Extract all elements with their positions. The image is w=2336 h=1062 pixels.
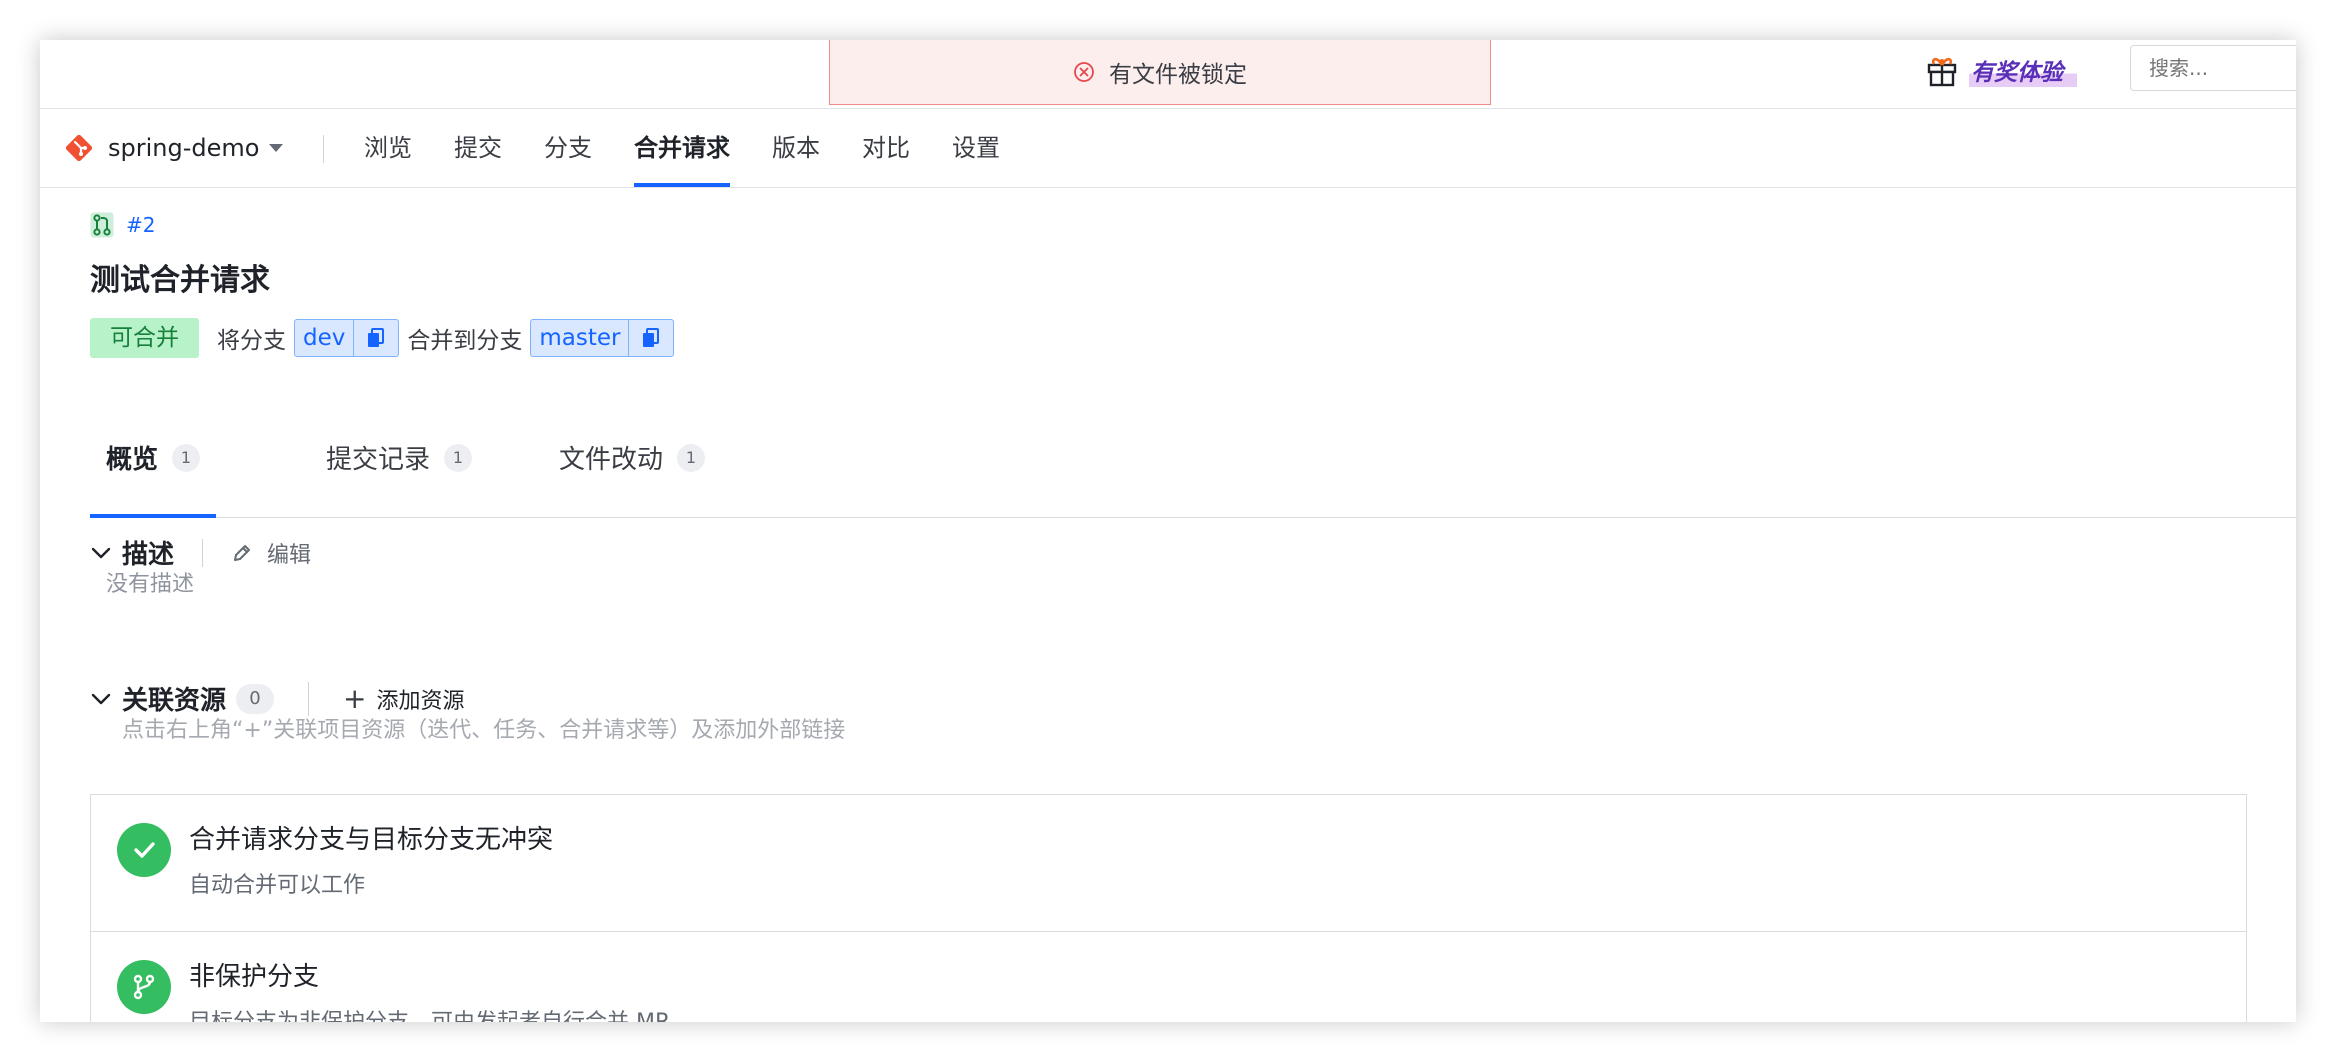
check-subtitle: 自动合并可以工作 [189, 873, 366, 898]
tab-count: 1 [444, 443, 473, 472]
add-resource-button[interactable]: + 添加资源 [343, 683, 464, 715]
gift-icon [1927, 57, 1957, 87]
resources-hint: 点击右上角“+”关联项目资源（迭代、任务、合并请求等）及添加外部链接 [122, 718, 846, 743]
chevron-down-icon [269, 144, 284, 152]
repo-nav-bar: spring-demo 浏览 提交 分支 合并请求 版本 对比 设置 [40, 109, 2296, 188]
copy-source-branch-button[interactable] [353, 320, 398, 356]
nav-item-compare[interactable]: 对比 [862, 109, 910, 187]
chevron-down-icon[interactable] [90, 542, 112, 564]
app-window: 有文件被锁定 有奖体验 spring-demo [40, 40, 2296, 1022]
repo-nav: 浏览 提交 分支 合并请求 版本 对比 设置 [364, 109, 1042, 187]
mr-tabs: 概览 1 提交记录 1 文件改动 1 [90, 398, 2296, 518]
nav-item-branches[interactable]: 分支 [544, 109, 592, 187]
tab-overview[interactable]: 概览 1 [90, 398, 217, 518]
nav-item-settings[interactable]: 设置 [952, 109, 1000, 187]
tab-count: 1 [677, 443, 706, 472]
mr-number: #2 [126, 213, 156, 237]
check-item: 非保护分支 目标分支为非保护分支，可由发起者自行合并 MR [91, 932, 2246, 1022]
check-icon [117, 823, 171, 877]
nav-item-merge-requests[interactable]: 合并请求 [634, 109, 730, 187]
tab-file-changes[interactable]: 文件改动 1 [559, 398, 706, 517]
source-branch-name[interactable]: dev [295, 320, 353, 356]
check-title: 非保护分支 [189, 962, 320, 992]
check-subtitle: 目标分支为非保护分支，可由发起者自行合并 MR [189, 1004, 670, 1022]
copy-icon [368, 328, 385, 347]
copy-target-branch-button[interactable] [628, 320, 673, 356]
toast-message: 有文件被锁定 [1109, 62, 1247, 88]
check-title: 合并请求分支与目标分支无冲突 [189, 825, 554, 855]
chevron-down-icon[interactable] [90, 688, 112, 710]
edit-description-button[interactable]: 编辑 [231, 537, 311, 569]
from-branch-label: 将分支 [217, 328, 286, 354]
divider [323, 135, 324, 163]
divider [308, 681, 310, 716]
to-branch-label: 合并到分支 [407, 328, 523, 354]
status-badge: 可合并 [90, 318, 199, 358]
branch-icon [117, 960, 171, 1014]
tab-label: 提交记录 [326, 445, 431, 475]
top-bar: 有文件被锁定 有奖体验 [40, 40, 2296, 109]
promo-label: 有奖体验 [1969, 53, 2077, 87]
tab-label: 概览 [106, 445, 159, 475]
tab-commits[interactable]: 提交记录 1 [326, 398, 473, 517]
error-toast: 有文件被锁定 [829, 40, 1491, 105]
target-branch-name[interactable]: master [531, 320, 628, 356]
copy-icon [643, 328, 660, 347]
pencil-icon [234, 544, 251, 561]
nav-item-browse[interactable]: 浏览 [364, 109, 412, 187]
description-text: 没有描述 [106, 572, 195, 597]
merge-request-icon [90, 212, 114, 238]
nav-item-releases[interactable]: 版本 [772, 109, 820, 187]
resources-count: 0 [236, 683, 275, 714]
tab-label: 文件改动 [559, 445, 664, 475]
nav-item-commits[interactable]: 提交 [454, 109, 502, 187]
mr-title: 测试合并请求 [90, 263, 270, 298]
repo-name: spring-demo [108, 134, 260, 162]
tab-count: 1 [172, 443, 201, 472]
check-item: 合并请求分支与目标分支无冲突 自动合并可以工作 [91, 795, 2246, 932]
mr-meta: 可合并 将分支 dev 合并到分支 master [90, 318, 682, 358]
plus-icon: + [343, 681, 367, 715]
edit-label: 编辑 [267, 542, 312, 568]
repo-selector[interactable]: spring-demo [64, 109, 284, 187]
merge-checks-panel: 合并请求分支与目标分支无冲突 自动合并可以工作 非保护分支 目标分支为非保护分支… [90, 794, 2247, 1022]
source-branch-tag: dev [294, 319, 400, 357]
git-logo-icon [65, 134, 93, 162]
add-resource-label: 添加资源 [376, 688, 465, 714]
mr-id: #2 [90, 212, 155, 238]
divider [202, 538, 204, 567]
target-branch-tag: master [530, 319, 675, 357]
promo-link[interactable]: 有奖体验 [1925, 50, 2077, 90]
search-input[interactable] [2130, 45, 2296, 91]
error-circle-icon [1074, 62, 1094, 82]
